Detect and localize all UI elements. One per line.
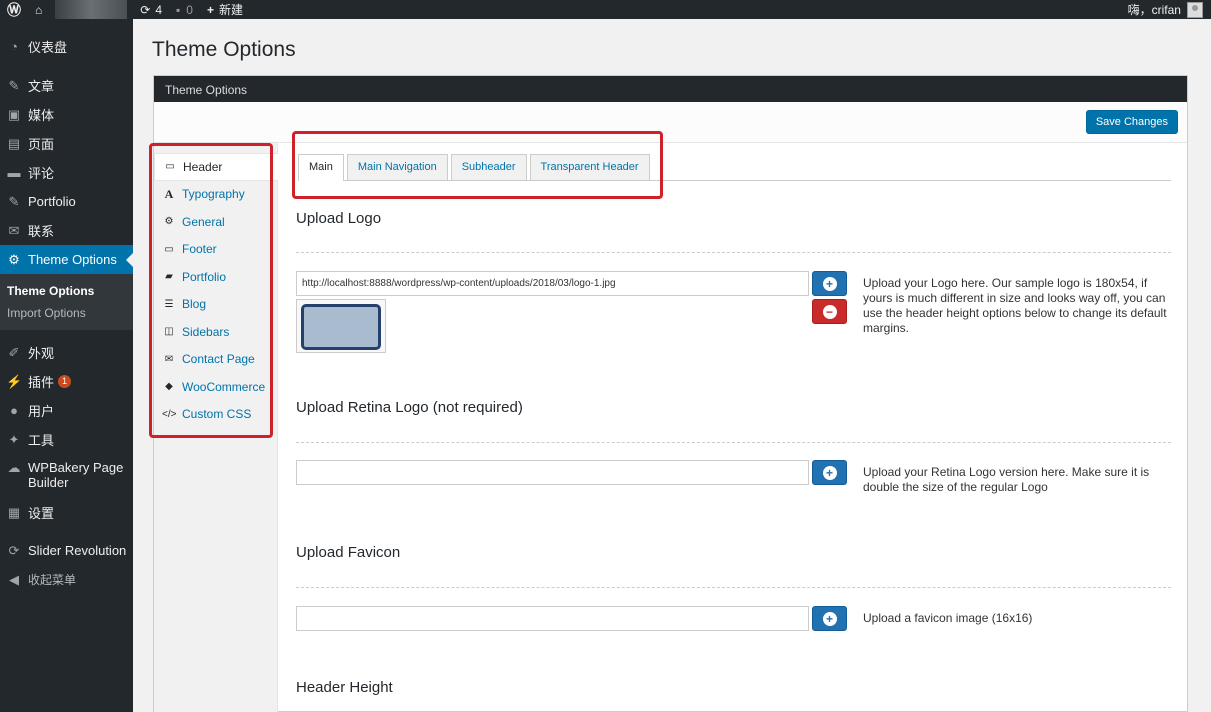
sidebar-item-contact[interactable]: ✉ 联系 — [0, 216, 133, 245]
section-divider — [296, 252, 1171, 253]
sidebar-item-pages[interactable]: ▤ 页面 — [0, 129, 133, 158]
upload-logo-title: Upload Logo — [296, 210, 382, 227]
section-divider — [296, 587, 1171, 588]
plus-circle-icon: + — [822, 465, 837, 480]
favicon-description: Upload a favicon image (16x16) — [863, 611, 1033, 625]
retina-logo-description: Upload your Retina Logo version here. Ma… — [863, 465, 1150, 494]
updates-link[interactable]: ⟳ 4 — [133, 0, 169, 19]
collapse-icon: ◀ — [9, 571, 19, 587]
highlight-box-tabs — [292, 131, 663, 199]
dashboard-icon: ◔ — [10, 39, 18, 54]
plus-icon: + — [206, 2, 214, 17]
page-title: Theme Options — [152, 38, 296, 61]
section-divider — [296, 442, 1171, 443]
remove-logo-button[interactable]: − — [812, 299, 847, 324]
retina-logo-url-input[interactable] — [296, 460, 809, 485]
site-name[interactable] — [55, 0, 128, 19]
brush-icon: ✐ — [8, 344, 20, 360]
user-greeting[interactable]: 嗨，crifan — [1128, 1, 1181, 18]
new-content-link[interactable]: + 新建 — [200, 0, 250, 19]
collapse-menu-button[interactable]: ◀ 收起菜单 — [0, 565, 133, 594]
pin-icon: ✎ — [8, 193, 20, 209]
plugins-update-badge: 1 — [58, 375, 72, 388]
gear-icon: ⚙ — [8, 251, 20, 267]
refresh-icon: ⟳ — [8, 542, 20, 558]
comment-icon: ▪ — [176, 2, 181, 17]
submenu-item-theme-options[interactable]: Theme Options — [0, 280, 133, 302]
sidebar-item-plugins[interactable]: ⚡ 插件 1 — [0, 367, 133, 396]
logo-description: Upload your Logo here. Our sample logo i… — [863, 276, 1167, 335]
media-icon: ▣ — [7, 106, 21, 122]
favicon-url-input[interactable] — [296, 606, 809, 631]
sidebar-item-posts[interactable]: ✎ 文章 — [0, 71, 133, 100]
admin-sidebar: ◔ 仪表盘 ✎ 文章 ▣ 媒体 ▤ 页面 ▬ 评论 ✎ Portfolio ✉ 联系 ⚙ The… — [0, 19, 133, 712]
sidebar-item-settings[interactable]: ▦ 设置 — [0, 498, 133, 527]
home-icon[interactable]: ⌂ — [28, 0, 49, 19]
avatar[interactable] — [1187, 1, 1203, 18]
comment-icon: ▬ — [7, 165, 21, 180]
save-button[interactable]: Save Changes — [1085, 110, 1178, 134]
upload-logo-button[interactable]: + — [812, 271, 847, 296]
sidebar-item-tools[interactable]: ✦ 工具 — [0, 425, 133, 454]
upload-retina-logo-button[interactable]: + — [812, 460, 847, 485]
page-icon: ▤ — [7, 135, 21, 151]
cloud-icon: ☁ — [7, 460, 21, 475]
settings-icon: ▦ — [7, 504, 21, 520]
sidebar-item-appearance[interactable]: ✐ 外观 — [0, 338, 133, 367]
plus-circle-icon: + — [822, 276, 837, 291]
wordpress-logo-icon[interactable]: Ⓦ — [0, 0, 28, 19]
updates-count: 4 — [155, 2, 162, 17]
wrench-icon: ✦ — [8, 431, 20, 447]
submenu-item-import-options[interactable]: Import Options — [0, 302, 133, 324]
logo-image — [301, 304, 381, 350]
sidebar-item-slider-revolution[interactable]: ⟳ Slider Revolution — [0, 536, 133, 565]
sidebar-item-theme-options[interactable]: ⚙ Theme Options — [0, 245, 133, 274]
minus-circle-icon: − — [822, 304, 837, 319]
comments-count: 0 — [186, 2, 193, 17]
panel-title: Theme Options — [154, 76, 1187, 102]
sidebar-item-wpbakery[interactable]: ☁ WPBakery Page Builder — [0, 454, 133, 498]
refresh-icon: ⟳ — [140, 2, 151, 17]
sidebar-item-media[interactable]: ▣ 媒体 — [0, 100, 133, 129]
sidebar-item-comments[interactable]: ▬ 评论 — [0, 158, 133, 187]
sidebar-item-dashboard[interactable]: ◔ 仪表盘 — [0, 32, 133, 61]
user-icon: ● — [10, 403, 18, 418]
mail-icon: ✉ — [8, 222, 20, 238]
new-label: 新建 — [218, 3, 243, 17]
plus-circle-icon: + — [822, 611, 837, 626]
upload-favicon-title: Upload Favicon — [296, 544, 401, 561]
plugin-icon: ⚡ — [6, 373, 23, 389]
comments-link[interactable]: ▪ 0 — [169, 0, 200, 19]
header-height-title: Header Height — [296, 679, 393, 696]
highlight-box-nav — [149, 143, 273, 438]
logo-preview — [296, 299, 386, 353]
pin-icon: ✎ — [8, 77, 20, 93]
sidebar-item-users[interactable]: ● 用户 — [0, 396, 133, 425]
upload-retina-logo-title: Upload Retina Logo (not required) — [296, 399, 523, 416]
admin-bar: Ⓦ ⌂ ⟳ 4 ▪ 0 + 新建 嗨，crifan — [0, 0, 1211, 19]
logo-url-input[interactable] — [296, 271, 809, 296]
theme-options-submenu: Theme Options Import Options — [0, 274, 133, 330]
upload-favicon-button[interactable]: + — [812, 606, 847, 631]
sidebar-item-portfolio[interactable]: ✎ Portfolio — [0, 187, 133, 216]
